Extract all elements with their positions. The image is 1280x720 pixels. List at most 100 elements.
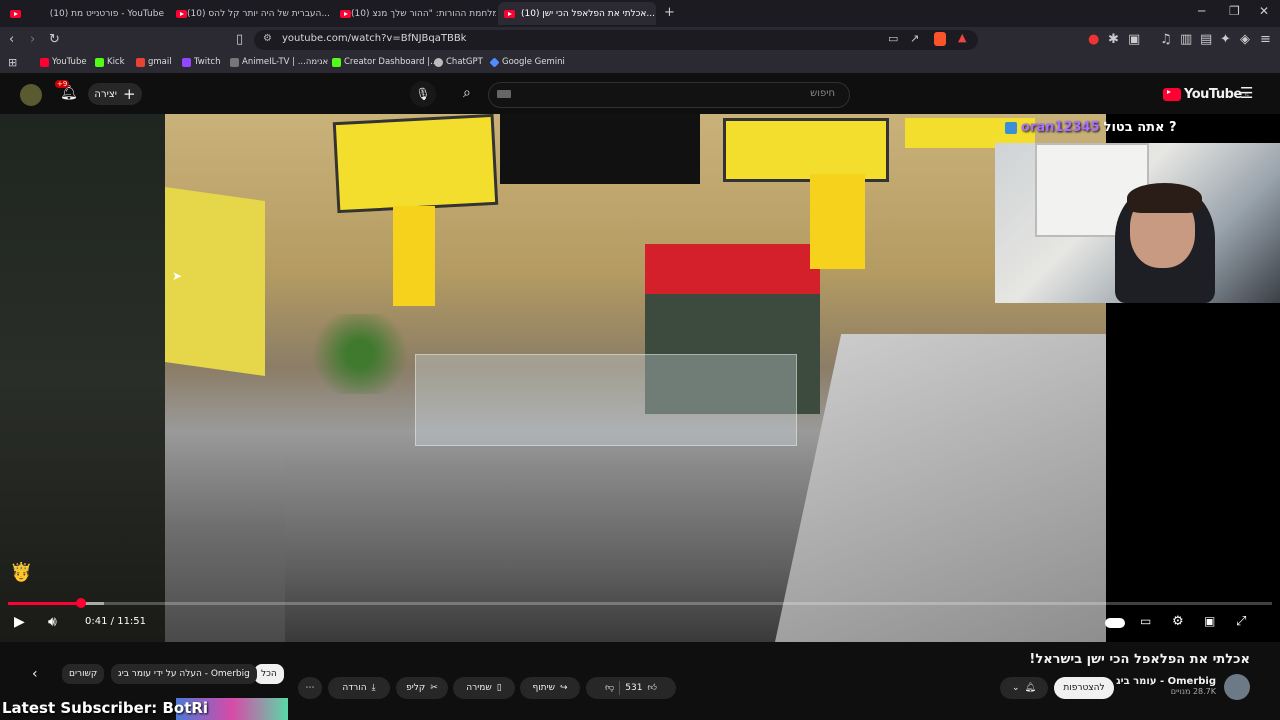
volume-icon[interactable]: 🔊︎ — [48, 614, 57, 630]
yellow-bag — [393, 206, 435, 306]
chip-related[interactable]: קשורים — [62, 664, 105, 684]
video-player[interactable]: oran12345 ? אתה בטול 🤴 ➤ ▶ 🔊︎ 0:41 / 11:… — [0, 114, 1280, 642]
sidebar-icon[interactable]: ▥ — [1180, 32, 1192, 47]
subscribed-notifications-button[interactable]: ⌄ 🔔︎ — [1000, 677, 1048, 699]
chip-label: קשורים — [69, 669, 98, 679]
bookmark-animeil[interactable]: AnimeIL-TV | ...אנימה — [230, 57, 328, 67]
dislike-icon[interactable]: 👎︎ — [605, 683, 614, 693]
browser-tab[interactable]: (10) פורטנייט מת - YouTube — [4, 2, 170, 25]
vpn-icon[interactable]: ◈ — [1240, 32, 1250, 47]
mouse-cursor-icon: ➤ — [172, 269, 183, 283]
channel-name[interactable]: עומר ביג - Omerbig — [1116, 676, 1216, 687]
browser-tab[interactable]: (10) מלחמת ההורות: "ההור שלך מנצ... — [334, 2, 496, 25]
channel-avatar[interactable] — [1224, 674, 1250, 700]
gmail-icon — [136, 57, 145, 67]
youtube-icon — [40, 57, 49, 67]
window-close-icon[interactable]: ✕ — [1259, 4, 1269, 18]
brave-rewards-icon[interactable]: ▲ — [958, 31, 966, 44]
media-icon[interactable]: ♫ — [1160, 32, 1172, 47]
youtube-logo[interactable]: YouTube IL — [1163, 87, 1249, 102]
more-actions-button[interactable]: ⋯ — [298, 677, 322, 699]
current-time: 0:41 — [85, 616, 108, 627]
bell-icon: 🔔︎ — [1024, 683, 1036, 693]
clip-button[interactable]: קליפ ✂ — [396, 677, 448, 699]
notification-count-badge: +9 — [55, 80, 70, 88]
time-display: 0:41 / 11:51 — [85, 616, 146, 627]
chip-label: העלה על ידי עומר ביג - Omerbig — [118, 669, 250, 679]
search-input[interactable]: חיפוש — [810, 88, 835, 99]
bookmark-kick[interactable]: Kick — [95, 57, 125, 67]
play-icon[interactable]: ▶ — [14, 614, 25, 630]
kick-icon — [95, 57, 104, 67]
browser-tab-active[interactable]: (10) אכלתי את הפלאפל הכי ישן... ✕ — [498, 2, 656, 25]
bookmark-gmail[interactable]: gmail — [136, 57, 172, 67]
progress-scrubber-handle[interactable] — [75, 598, 86, 608]
reload-icon[interactable]: ↻ — [49, 32, 60, 47]
chip-uploaded-by[interactable]: העלה על ידי עומר ביג - Omerbig — [111, 664, 257, 684]
video-title: אכלתי את הפלאפל הכי ישן בישראל! — [1029, 652, 1250, 667]
channel-info: עומר ביג - Omerbig 28.7K מנויים — [1116, 676, 1216, 696]
avatar-emote-icon: 🤴 — [10, 562, 33, 583]
coca-cola-sign — [645, 244, 820, 294]
chip-all[interactable]: הכל — [254, 664, 284, 684]
keyboard-icon[interactable] — [497, 90, 511, 98]
browser-tab[interactable]: (10) העברית של היה יותר קל להס... — [170, 2, 332, 25]
join-button[interactable]: להצטרפות — [1054, 677, 1114, 699]
search-icon[interactable]: ⌕ — [463, 85, 471, 101]
apps-grid-icon[interactable]: ⊞ — [8, 56, 17, 69]
tab-title: (10) פורטנייט מת - YouTube — [49, 8, 164, 19]
minimize-icon[interactable]: ─ — [1198, 4, 1205, 18]
subscriber-count: 28.7K מנויים — [1170, 687, 1216, 696]
wallet-icon[interactable]: ▤ — [1200, 32, 1212, 47]
like-dislike-group: 👎︎ 531 👍︎ — [586, 677, 676, 699]
progress-bar[interactable] — [8, 598, 1272, 608]
chevron-left-icon[interactable]: ‹ — [32, 666, 38, 682]
twitch-icon — [182, 57, 191, 67]
search-box[interactable]: ⌕ חיפוש — [463, 82, 850, 108]
youtube-favicon-icon — [176, 9, 187, 18]
bookmark-creator-dashboard[interactable]: Creator Dashboard |... — [332, 57, 438, 67]
bookmark-icon[interactable]: ▯ — [236, 32, 243, 47]
chat-text: ? אתה בטול — [1103, 120, 1177, 135]
bookmark-youtube[interactable]: YouTube — [40, 57, 87, 67]
animeil-icon — [230, 57, 239, 67]
voice-search-button[interactable]: 🎙︎ — [410, 81, 436, 107]
brave-shield-icon[interactable] — [934, 32, 946, 46]
save-button[interactable]: שמירה ▯ — [453, 677, 515, 699]
cast-icon[interactable]: ▭ — [888, 32, 898, 45]
create-button[interactable]: יצירה + — [88, 83, 142, 105]
guide-menu-icon[interactable]: ☰ — [1240, 84, 1253, 102]
like-icon[interactable]: 👍︎ — [647, 683, 656, 693]
menu-board — [332, 114, 499, 214]
chatgpt-icon — [434, 57, 443, 67]
youtube-favicon-icon — [504, 9, 515, 18]
avatar[interactable] — [20, 84, 42, 106]
bookmark-chatgpt[interactable]: ChatGPT — [434, 57, 483, 67]
steel-hood — [775, 334, 1106, 642]
share-icon: ↪ — [559, 683, 568, 693]
subtitles-icon[interactable]: ▭ — [1140, 614, 1151, 628]
divider — [619, 681, 621, 695]
bookmark-label: Google Gemini — [502, 57, 565, 67]
leo-ai-icon[interactable]: ✦ — [1220, 32, 1231, 47]
extension-icon[interactable]: ▣ — [1128, 32, 1140, 47]
address-bar[interactable]: ⚙ youtube.com/watch?v=BfNJBqaTBBk ▭ ↗ ▲ — [254, 30, 978, 50]
settings-gear-icon[interactable]: ⚙ — [1172, 614, 1184, 629]
fullscreen-icon[interactable]: ⤢ — [1236, 614, 1246, 629]
new-tab-icon[interactable]: + — [664, 5, 675, 20]
share-page-icon[interactable]: ↗ — [910, 32, 919, 45]
autoplay-toggle[interactable] — [1105, 618, 1125, 628]
bookmark-twitch[interactable]: Twitch — [182, 57, 221, 67]
maximize-icon[interactable]: ❐ — [1229, 4, 1240, 18]
miniplayer-icon[interactable]: ▣ — [1204, 614, 1215, 628]
extension-icon[interactable]: ● — [1088, 32, 1099, 47]
bookmark-gemini[interactable]: Google Gemini — [489, 56, 565, 68]
extensions-puzzle-icon[interactable]: ✱ — [1108, 32, 1119, 47]
menu-icon[interactable]: ≡ — [1260, 32, 1271, 47]
share-button[interactable]: שיתוף ↪ — [520, 677, 580, 699]
site-info-icon[interactable]: ⚙ — [263, 33, 272, 44]
back-icon[interactable]: ‹ — [9, 32, 14, 47]
download-button[interactable]: הורדה ⤓ — [328, 677, 390, 699]
browser-toolbar: ‹ › ↻ ▯ ⚙ youtube.com/watch?v=BfNJBqaTBB… — [0, 27, 1280, 53]
forward-icon[interactable]: › — [30, 32, 35, 47]
